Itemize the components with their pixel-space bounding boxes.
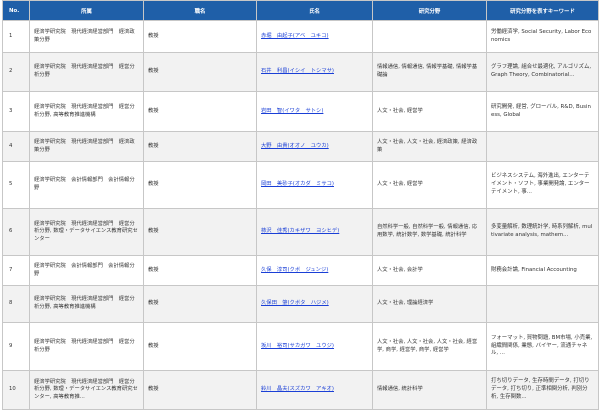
cell-keywords: 財務会計論, Financial Accounting	[486, 255, 599, 286]
cell-keywords	[486, 131, 599, 162]
column-header-field: 研究分野	[372, 0, 487, 21]
cell-name: 鈴川 晶夫(スズカワ アキオ)	[256, 370, 373, 410]
cell-name: 石井 利昌(イシイ トシマサ)	[256, 52, 373, 92]
cell-title: 教授	[143, 161, 257, 209]
table-row: 3 経済学研究院 現代経済経営部門 経営分析分野, 高等教育推進機構 教授 岩田…	[2, 91, 599, 132]
cell-title: 教授	[143, 52, 257, 92]
cell-keywords: フォーマット, 買物問題, BM市場, 小売業, 組織間関係, 業態, バイヤー…	[486, 322, 599, 371]
table-row: 2 経済学研究院 現代経済経営部門 経営分析分野 教授 石井 利昌(イシイ トシ…	[2, 52, 599, 92]
table-row: 9 経済学研究院 現代経済経営部門 経営分析分野 教授 坂川 裕司(サカガワ ユ…	[2, 322, 599, 371]
column-header-name: 氏名	[256, 0, 373, 21]
header-row: No. 所属 職名 氏名 研究分野 研究分野を表すキーワード	[2, 0, 599, 21]
researcher-table-container: No. 所属 職名 氏名 研究分野 研究分野を表すキーワード 1 経済学研究院 …	[0, 0, 600, 410]
table-row: 10 経済学研究院 現代経済経営部門 経営分析分野, 数理・データサイエンス教育…	[2, 370, 599, 410]
cell-title: 教授	[143, 322, 257, 371]
cell-name: 赤堀 由起子(アベ ユキコ)	[256, 20, 373, 53]
column-header-keywords: 研究分野を表すキーワード	[486, 0, 599, 21]
cell-no: 2	[2, 52, 30, 92]
cell-name: 岡田 美砂子(オカダ ミサコ)	[256, 161, 373, 209]
cell-keywords: 多変量解析, 数理統計学, 時系列解析, multivariate analys…	[486, 208, 599, 256]
cell-title: 教授	[143, 208, 257, 256]
cell-no: 6	[2, 208, 30, 256]
table-row: 5 経済学研究院 会計情報部門 会計情報分野 教授 岡田 美砂子(オカダ ミサコ…	[2, 161, 599, 209]
researcher-name-link[interactable]: 柿沢 佳秀(カキザワ ヨシヒデ)	[261, 228, 339, 234]
cell-affiliation: 経済学研究院 現代経済経営部門 経営分析分野	[29, 322, 144, 371]
cell-field: 人文・社会, 経営学	[372, 91, 487, 132]
table-row: 7 経済学研究院 会計情報部門 会計情報分野 教授 久保 淳司(クボ ジュンジ)…	[2, 255, 599, 286]
cell-title: 教授	[143, 91, 257, 132]
cell-field: 自然科学一般, 自然科学一般, 情報通信, 応用数学, 統計数学, 数学基礎, …	[372, 208, 487, 256]
column-header-affiliation: 所属	[29, 0, 144, 21]
cell-field: 情報通信, 統計科学	[372, 370, 487, 410]
table-row: 8 経済学研究院 現代経済経営部門 経営分析分野, 高等教育推進機構 教授 久保…	[2, 285, 599, 323]
cell-name: 大野 由貴(オオノ ユウカ)	[256, 131, 373, 162]
column-header-title: 職名	[143, 0, 257, 21]
researcher-name-link[interactable]: 大野 由貴(オオノ ユウカ)	[261, 143, 329, 149]
cell-affiliation: 経済学研究院 現代経済経営部門 経営分析分野, 数理・データサイエンス教育研究セ…	[29, 208, 144, 256]
table-row: 1 経済学研究院 現代経済経営部門 経済政策分野 教授 赤堀 由起子(アベ ユキ…	[2, 20, 599, 53]
cell-field: 情報通信, 情報通信, 情報学基礎, 情報学基礎論	[372, 52, 487, 92]
cell-name: 岩田 智(イワタ サトシ)	[256, 91, 373, 132]
researcher-name-link[interactable]: 久保 淳司(クボ ジュンジ)	[261, 267, 328, 273]
cell-title: 教授	[143, 255, 257, 286]
cell-no: 5	[2, 161, 30, 209]
cell-affiliation: 経済学研究院 現代経済経営部門 経営分析分野, 高等教育推進機構	[29, 91, 144, 132]
researcher-name-link[interactable]: 岡田 美砂子(オカダ ミサコ)	[261, 181, 334, 187]
cell-keywords: 労働経済学, Social Security, Labor Economics	[486, 20, 599, 53]
cell-affiliation: 経済学研究院 現代経済経営部門 経営分析分野, 高等教育推進機構	[29, 285, 144, 323]
cell-no: 9	[2, 322, 30, 371]
table-row: 4 経済学研究院 現代経済経営部門 経済政策分野 教授 大野 由貴(オオノ ユウ…	[2, 131, 599, 162]
cell-field: 人文・社会, 人文・社会, 経済政策, 経済政策	[372, 131, 487, 162]
researcher-name-link[interactable]: 久保田 肇(クボタ ハジメ)	[261, 300, 329, 306]
cell-affiliation: 経済学研究院 現代経済経営部門 経済政策分野	[29, 131, 144, 162]
cell-affiliation: 経済学研究院 会計情報部門 会計情報分野	[29, 161, 144, 209]
cell-name: 柿沢 佳秀(カキザワ ヨシヒデ)	[256, 208, 373, 256]
researcher-name-link[interactable]: 坂川 裕司(サカガワ ユウジ)	[261, 343, 334, 349]
cell-affiliation: 経済学研究院 会計情報部門 会計情報分野	[29, 255, 144, 286]
cell-no: 10	[2, 370, 30, 410]
cell-title: 教授	[143, 285, 257, 323]
cell-field: 人文・社会, 理論経済学	[372, 285, 487, 323]
cell-field: 人文・社会, 会計学	[372, 255, 487, 286]
cell-affiliation: 経済学研究院 現代経済経営部門 経営分析分野	[29, 52, 144, 92]
cell-no: 4	[2, 131, 30, 162]
cell-keywords	[486, 285, 599, 323]
cell-no: 8	[2, 285, 30, 323]
cell-title: 教授	[143, 131, 257, 162]
cell-keywords: ビジネスシステム, 海外進出, エンターテイメント・ソフト, 事業開発論, エン…	[486, 161, 599, 209]
cell-name: 久保 淳司(クボ ジュンジ)	[256, 255, 373, 286]
table-header: No. 所属 職名 氏名 研究分野 研究分野を表すキーワード	[2, 0, 599, 21]
researcher-table: No. 所属 職名 氏名 研究分野 研究分野を表すキーワード 1 経済学研究院 …	[2, 0, 599, 410]
cell-field: 人文・社会, 経営学	[372, 161, 487, 209]
cell-affiliation: 経済学研究院 現代経済経営部門 経営分析分野, 数理・データサイエンス教育研究セ…	[29, 370, 144, 410]
researcher-name-link[interactable]: 鈴川 晶夫(スズカワ アキオ)	[261, 386, 334, 392]
cell-name: 坂川 裕司(サカガワ ユウジ)	[256, 322, 373, 371]
researcher-name-link[interactable]: 赤堀 由起子(アベ ユキコ)	[261, 33, 329, 39]
cell-title: 教授	[143, 20, 257, 53]
cell-keywords: 研究開発, 経営, グローバル, R&D, Business, Global	[486, 91, 599, 132]
cell-no: 1	[2, 20, 30, 53]
table-row: 6 経済学研究院 現代経済経営部門 経営分析分野, 数理・データサイエンス教育研…	[2, 208, 599, 256]
cell-name: 久保田 肇(クボタ ハジメ)	[256, 285, 373, 323]
column-header-no: No.	[2, 0, 30, 21]
cell-keywords: グラフ理論, 組合せ最適化, アルゴリズム, Graph Theory, Com…	[486, 52, 599, 92]
researcher-name-link[interactable]: 岩田 智(イワタ サトシ)	[261, 108, 323, 114]
cell-title: 教授	[143, 370, 257, 410]
cell-no: 3	[2, 91, 30, 132]
cell-no: 7	[2, 255, 30, 286]
cell-keywords: 打ち切りデータ, 生存時間データ, 打切りデータ, 打ち切り, 正準相関分析, …	[486, 370, 599, 410]
cell-field: 人文・社会, 人文・社会, 人文・社会, 経営学, 商学, 経営学, 商学, 経…	[372, 322, 487, 371]
researcher-name-link[interactable]: 石井 利昌(イシイ トシマサ)	[261, 68, 334, 74]
cell-affiliation: 経済学研究院 現代経済経営部門 経済政策分野	[29, 20, 144, 53]
cell-field	[372, 20, 487, 53]
table-body: 1 経済学研究院 現代経済経営部門 経済政策分野 教授 赤堀 由起子(アベ ユキ…	[2, 20, 599, 410]
